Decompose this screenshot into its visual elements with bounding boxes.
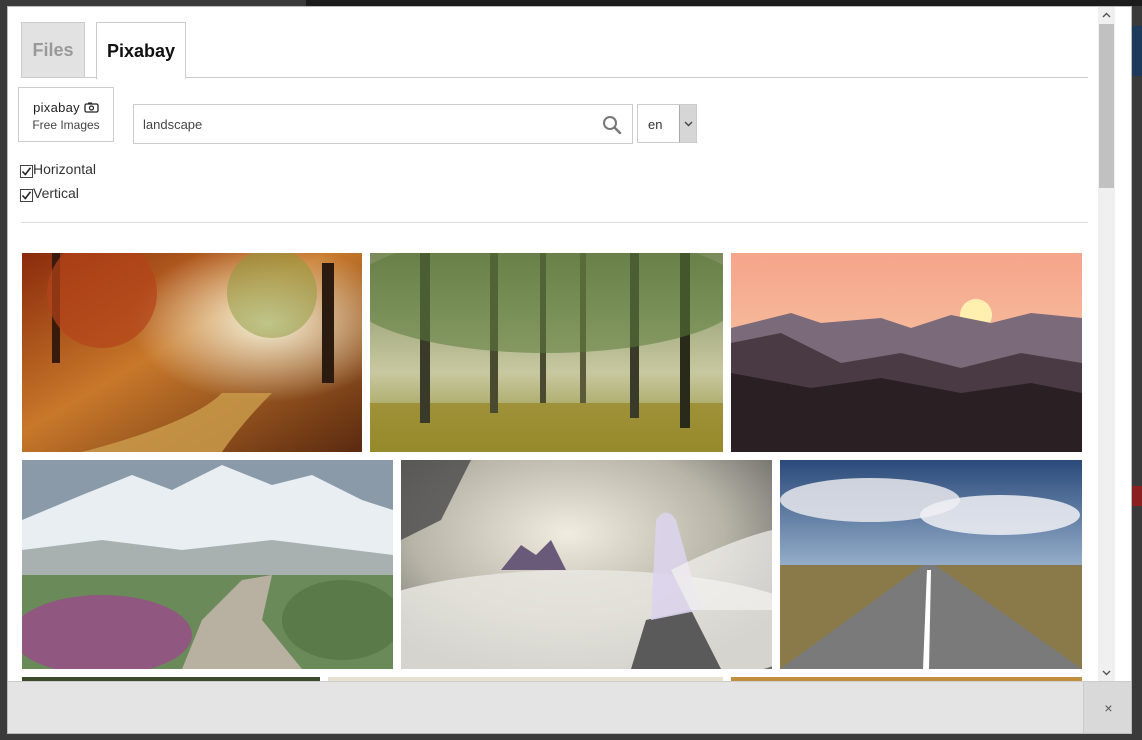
language-dropdown-button[interactable] bbox=[679, 105, 696, 142]
vertical-scrollbar[interactable] bbox=[1098, 7, 1115, 681]
search-icon[interactable] bbox=[602, 115, 622, 135]
photo-woman-above-clouds[interactable] bbox=[401, 460, 772, 669]
checkmark-icon bbox=[21, 166, 32, 176]
photo-sunlit-forest[interactable] bbox=[370, 253, 723, 452]
background-page-strip bbox=[1131, 486, 1142, 506]
photo-autumn-forest-path[interactable] bbox=[22, 253, 362, 452]
tab-files[interactable]: Files bbox=[21, 22, 85, 77]
chevron-down-icon bbox=[684, 121, 692, 126]
photo-snowy-mountains-path[interactable] bbox=[22, 460, 393, 669]
pixabay-brand: pixabay bbox=[19, 100, 113, 115]
pixabay-logo-button[interactable]: pixabay Free Images bbox=[18, 87, 114, 142]
horizontal-checkbox[interactable] bbox=[20, 164, 33, 178]
language-value: en bbox=[648, 117, 663, 132]
chevron-down-icon bbox=[1102, 670, 1111, 676]
chevron-up-icon bbox=[1102, 12, 1111, 18]
filter-horizontal[interactable]: Horizontal bbox=[20, 160, 96, 178]
photo-road-cloudy-sky[interactable] bbox=[780, 460, 1082, 669]
scroll-up-button[interactable] bbox=[1098, 7, 1115, 23]
dialog-footer: × bbox=[8, 681, 1131, 733]
camera-icon bbox=[84, 102, 99, 113]
pixabay-brand-text: pixabay bbox=[33, 100, 80, 115]
background-page-strip bbox=[1131, 26, 1142, 76]
vertical-checkbox[interactable] bbox=[20, 188, 33, 202]
language-select[interactable]: en bbox=[637, 104, 697, 143]
search-box bbox=[133, 104, 633, 144]
scroll-down-button[interactable] bbox=[1098, 665, 1115, 681]
tab-pixabay[interactable]: Pixabay bbox=[96, 22, 186, 79]
close-button[interactable]: × bbox=[1083, 682, 1131, 733]
photo-mountain-sunset[interactable] bbox=[731, 253, 1082, 452]
search-input[interactable] bbox=[134, 105, 632, 143]
vertical-label: Vertical bbox=[33, 185, 79, 201]
scroll-thumb[interactable] bbox=[1099, 24, 1114, 188]
pixabay-subtitle: Free Images bbox=[32, 118, 100, 132]
checkmark-icon bbox=[21, 190, 32, 200]
image-picker-dialog: Files Pixabay pixabay Free Images en bbox=[7, 6, 1132, 734]
filter-vertical[interactable]: Vertical bbox=[20, 184, 79, 202]
dialog-content: Files Pixabay pixabay Free Images en bbox=[8, 7, 1098, 681]
horizontal-label: Horizontal bbox=[33, 161, 97, 177]
section-divider bbox=[21, 222, 1088, 223]
tab-bar: Files Pixabay bbox=[21, 22, 1088, 79]
